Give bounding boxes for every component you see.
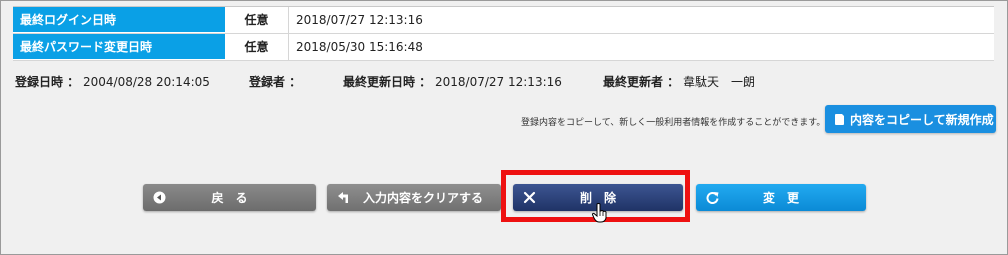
back-button[interactable]: 戻 る xyxy=(143,184,316,211)
copy-create-label: 内容をコピーして新規作成 xyxy=(850,112,994,127)
document-icon xyxy=(835,112,845,125)
update-label: 変 更 xyxy=(762,191,799,205)
hand-pointer-icon xyxy=(591,203,607,223)
clear-input-label: 入力内容をクリアする xyxy=(362,191,483,205)
updated-at-value: 2018/07/27 12:13:16 xyxy=(435,75,562,89)
copy-note: 登録内容をコピーして、新しく一般利用者情報を作成することができます。 xyxy=(521,118,826,128)
updater-meta: 最終更新者 ： 韋駄天 一朗 xyxy=(603,73,755,90)
required-badge: 任意 xyxy=(225,7,289,33)
updated-at-label: 最終更新日時 ： xyxy=(343,75,432,89)
row-label-last-login: 最終ログイン日時 xyxy=(13,7,225,33)
table-row-last-password-change: 最終パスワード変更日時 任意 2018/05/30 15:16:48 xyxy=(13,34,994,61)
registered-at-label: 登録日時 ： xyxy=(15,75,80,89)
required-badge: 任意 xyxy=(225,34,289,60)
registrant-meta: 登録者 ： xyxy=(249,73,301,90)
table-row-last-login: 最終ログイン日時 任意 2018/07/27 12:13:16 xyxy=(13,7,994,34)
updated-at-meta: 最終更新日時 ： 2018/07/27 12:13:16 xyxy=(343,73,562,90)
registered-at-value: 2004/08/28 20:14:05 xyxy=(83,75,210,89)
row-value-last-login: 2018/07/27 12:13:16 xyxy=(289,7,994,33)
updater-value: 韋駄天 一朗 xyxy=(683,75,756,89)
record-meta: 登録日時 ： 2004/08/28 20:14:05 xyxy=(15,73,210,90)
row-value-last-password-change: 2018/05/30 15:16:48 xyxy=(289,34,994,60)
back-label: 戻 る xyxy=(211,191,248,205)
copy-create-button[interactable]: 内容をコピーして新規作成 xyxy=(825,105,996,133)
update-button[interactable]: 変 更 xyxy=(696,184,866,211)
user-info-table: 最終ログイン日時 任意 2018/07/27 12:13:16 最終パスワード変… xyxy=(13,6,994,61)
clear-input-button[interactable]: 入力内容をクリアする xyxy=(327,184,501,211)
updater-label: 最終更新者 ： xyxy=(603,75,680,89)
registrant-label: 登録者 ： xyxy=(249,75,302,89)
row-label-last-password-change: 最終パスワード変更日時 xyxy=(13,34,225,60)
